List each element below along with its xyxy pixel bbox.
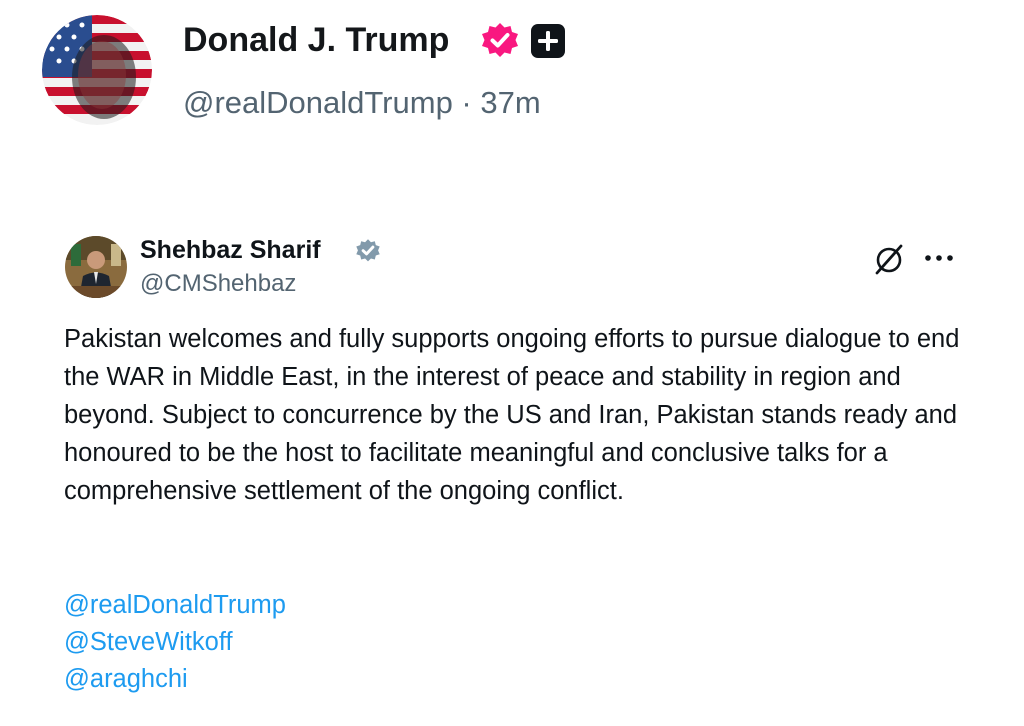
post-timestamp[interactable]: 37m xyxy=(480,85,540,120)
quoted-post-text: Pakistan welcomes and fully supports ong… xyxy=(64,325,960,505)
author-meta: @realDonaldTrump · 37m xyxy=(183,83,541,123)
mention-link[interactable]: @SteveWitkoff xyxy=(64,624,233,660)
author-handle[interactable]: @realDonaldTrump xyxy=(183,85,453,120)
quoted-author-avatar[interactable] xyxy=(65,236,127,298)
quoted-verified-badge-icon[interactable] xyxy=(355,238,381,264)
more-options-icon[interactable] xyxy=(922,248,956,268)
quoted-author-name[interactable]: Shehbaz Sharif xyxy=(140,234,321,266)
mention-link[interactable]: @realDonaldTrump xyxy=(64,587,286,623)
grok-icon[interactable] xyxy=(872,242,906,276)
author-avatar[interactable] xyxy=(42,15,152,125)
mention-link[interactable]: @araghchi xyxy=(64,661,188,697)
meta-separator: · xyxy=(452,85,481,120)
author-display-name[interactable]: Donald J. Trump xyxy=(183,18,449,62)
plus-badge-icon[interactable] xyxy=(530,23,566,59)
verified-badge-icon[interactable] xyxy=(480,21,520,61)
quoted-author-handle[interactable]: @CMShehbaz xyxy=(140,268,296,300)
